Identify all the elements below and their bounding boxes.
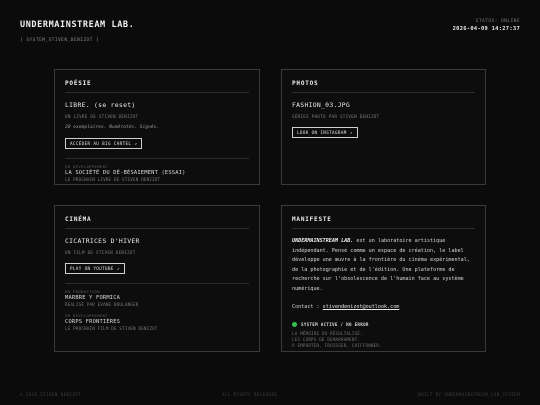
poesie-title: LIBRE. (se reset) (65, 101, 136, 109)
cinema-prod-label: EN PRODUCTION (65, 289, 100, 294)
manifeste-panel: MANIFESTE UNDERMAINSTREAM LAB. est un la… (281, 205, 486, 352)
system-status: SYSTEM ACTIVE / NO ERROR (292, 322, 475, 327)
contact-line: Contact : stivendenizot@outlook.com (292, 304, 475, 310)
manifeste-body: est un laboratoire artistique indépendan… (292, 238, 470, 292)
cinema-dev-label: EN DÉVELOPPEMENT (65, 313, 108, 318)
cinema-prod-section: EN PRODUCTION MARBRE Y FORMICA RÉALISÉ P… (65, 283, 249, 331)
system-subtitle: [ SYSTEM_STIVEN_DENIZOT ] (20, 38, 100, 43)
manifeste-brand: UNDERMAINSTREAM LAB. (292, 238, 354, 244)
footer-copyright: © 2026 STIVEN DENIZOT (20, 392, 82, 397)
system-status-label: SYSTEM ACTIVE / NO ERROR (301, 322, 369, 327)
contact-label: Contact : (292, 304, 323, 310)
poesie-dev-name: LA SOCIÉTÉ DU DÉ-BÉSAIEMENT (ESSAI) (65, 170, 186, 176)
cinema-dev-desc: LE PROCHAIN FILM DE STIVEN DENIZOT (65, 326, 158, 331)
photos-panel: PHOTOS FASHION_03.JPG SÉRIES PHOTO PAR S… (281, 69, 486, 185)
cinema-title: CICATRICES D'HIVER (65, 237, 140, 245)
cinema-heading: CINÉMA (65, 216, 249, 229)
footer-rights: ALL RIGHTS RESERVED (222, 392, 278, 397)
poesie-subtitle: UN LIVRE DE STIVEN DENIZOT (65, 114, 139, 119)
manifeste-heading: MANIFESTE (292, 216, 475, 229)
status-label: STATUS: ONLINE (475, 19, 520, 24)
cinema-dev-name: CORPS FRONTIÈRES (65, 319, 121, 325)
poesie-heading: POÉSIE (65, 80, 249, 93)
site-title: UNDERMAINSTREAM LAB. (20, 20, 135, 30)
status-line-3: À EMPORTER, FROISSER, CHIFFONNER. (292, 343, 382, 348)
photos-subtitle: SÉRIES PHOTO PAR STIVEN DENIZOT (292, 114, 380, 119)
cinema-prod-name: MARBRE Y FORMICA (65, 295, 121, 301)
poesie-dev-section: EN DÉVELOPPEMENT LA SOCIÉTÉ DU DÉ-BÉSAIE… (65, 158, 249, 182)
photos-title: FASHION_03.JPG (292, 101, 351, 109)
manifeste-text: UNDERMAINSTREAM LAB. est un laboratoire … (292, 237, 475, 294)
poesie-edition-note: 20 exemplaires. Numérotés. Signés. (65, 125, 160, 130)
photos-heading: PHOTOS (292, 80, 475, 93)
instagram-button[interactable]: LOOK ON INSTAGRAM ↗ (292, 127, 358, 138)
cinema-panel: CINÉMA CICATRICES D'HIVER UN FILM DE STI… (54, 205, 260, 352)
status-datetime: 2026-04-09 14:27:37 (452, 26, 520, 32)
poesie-dev-label: EN DÉVELOPPEMENT (65, 164, 108, 169)
status-block: STATUS: ONLINE 2026-04-09 14:27:37 (453, 19, 520, 32)
contact-email-link[interactable]: stivendenizot@outlook.com (323, 304, 400, 310)
brand-block: UNDERMAINSTREAM LAB. [ SYSTEM_STIVEN_DEN… (20, 20, 134, 43)
status-dot-icon (292, 322, 297, 327)
cinema-subtitle: UN FILM DE STIVEN DENIZOT (65, 250, 136, 255)
poesie-dev-desc: LE PROCHAIN LIVRE DE STIVEN DENIZOT (65, 177, 161, 182)
system-status-lines: LA MÉMOIRE DU RÉSULTALISÉ. LES CORPS DE … (292, 331, 475, 349)
footer-credit: BUILT BY UNDERMAINSTREAM_LAB_SYSTEM (418, 392, 520, 397)
big-cartel-button[interactable]: ACCÉDER AU BIG CARTEL ↗ (65, 138, 143, 149)
youtube-button[interactable]: PLAY ON YOUTUBE ↗ (65, 263, 125, 274)
footer: © 2026 STIVEN DENIZOT ALL RIGHTS RESERVE… (20, 392, 520, 397)
poesie-panel: POÉSIE LIBRE. (se reset) UN LIVRE DE STI… (54, 69, 260, 185)
cinema-prod-desc: RÉALISÉ PAR EVANE BOULANGER (65, 302, 139, 307)
